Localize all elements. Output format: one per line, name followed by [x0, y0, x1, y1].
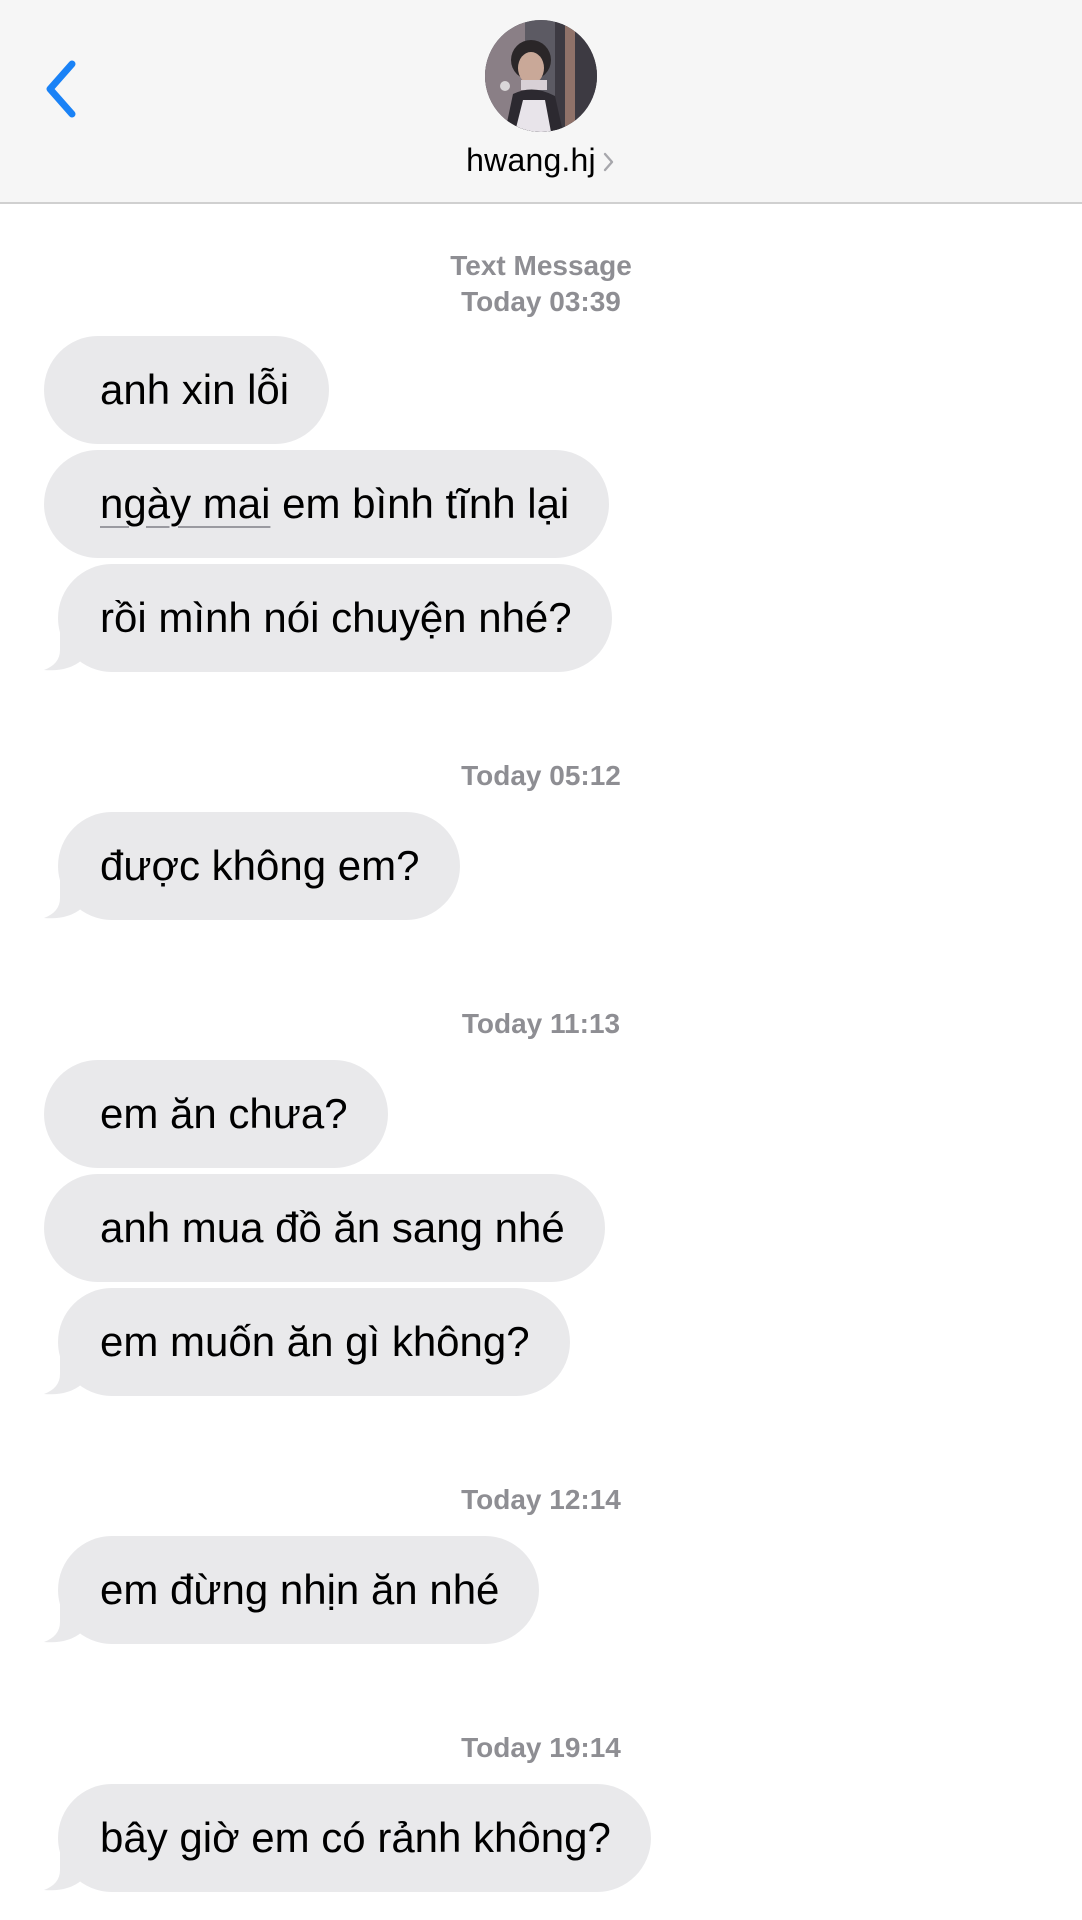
- message-bubble[interactable]: bây giờ em có rảnh không?: [58, 1784, 651, 1892]
- timestamp: Today 19:14: [461, 1732, 621, 1763]
- conversation-header: hwang.hj: [0, 0, 1082, 204]
- contact-name: hwang.hj: [466, 142, 596, 178]
- service-label: Text Message: [450, 250, 632, 281]
- avatar-photo: [485, 20, 597, 132]
- message-bubble[interactable]: ngày mai em bình tĩnh lại: [44, 450, 610, 558]
- message-text: em bình tĩnh lại: [270, 480, 570, 527]
- chevron-right-icon: [602, 150, 616, 179]
- timestamp: Today 11:13: [461, 1008, 621, 1039]
- chevron-left-icon: [46, 60, 76, 118]
- message-bubble[interactable]: được không em?: [58, 812, 460, 920]
- contact-avatar[interactable]: [485, 20, 597, 132]
- timestamp: Today 03:39: [461, 286, 621, 317]
- data-detector-link[interactable]: ngày mai: [100, 480, 270, 527]
- message-bubble[interactable]: rồi mình nói chuyện nhé?: [58, 564, 612, 672]
- message-bubble[interactable]: em đừng nhịn ăn nhé: [58, 1536, 540, 1644]
- message-bubble[interactable]: em ăn chưa?: [44, 1060, 388, 1168]
- timestamp: Today 12:14: [461, 1484, 621, 1515]
- messages-screen: hwang.hj Text Message Today 03:39 anh xi…: [0, 0, 1082, 1920]
- message-bubble[interactable]: em muốn ăn gì không?: [58, 1288, 570, 1396]
- message-bubble[interactable]: anh mua đồ ăn sang nhé: [44, 1174, 605, 1282]
- contact-info-button[interactable]: hwang.hj: [0, 142, 1082, 179]
- back-button[interactable]: [34, 52, 94, 124]
- timestamp: Today 05:12: [461, 760, 621, 791]
- message-bubble[interactable]: anh xin lỗi: [44, 336, 330, 444]
